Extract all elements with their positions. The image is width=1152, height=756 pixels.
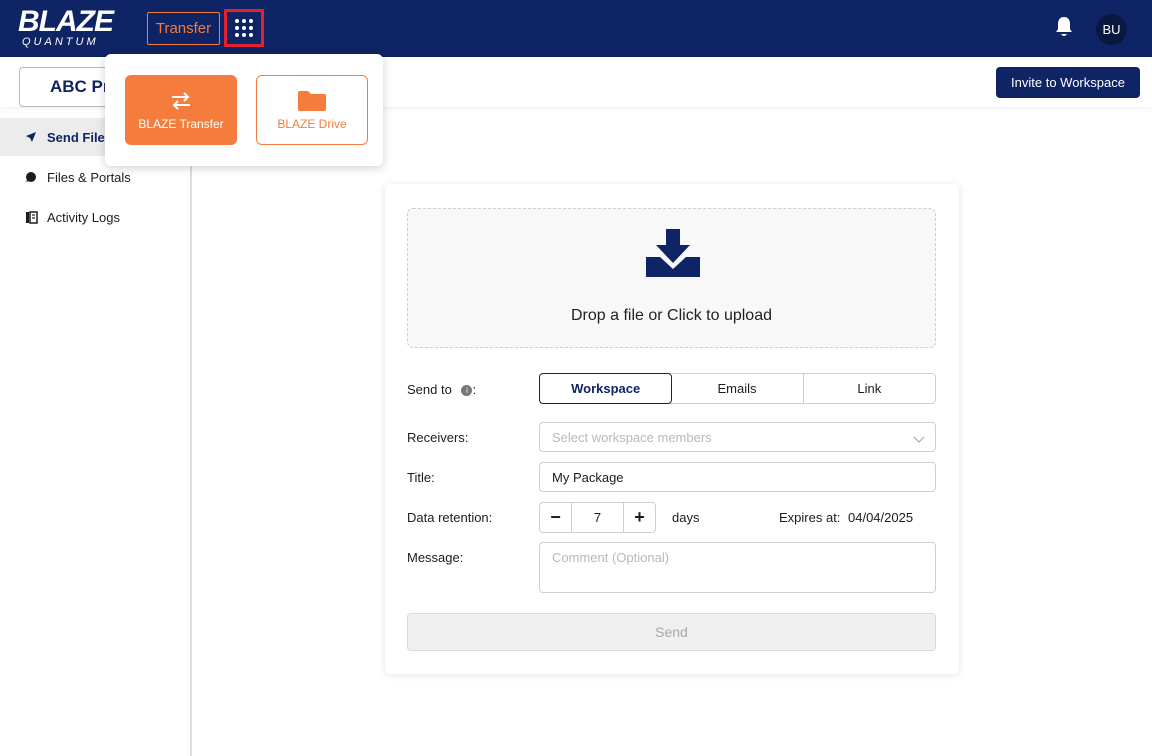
logo-sub-text: QUANTUM <box>22 36 99 48</box>
blaze-logo[interactable]: BLAZE QUANTUM <box>18 5 130 49</box>
sidebar-item-label: Activity Logs <box>47 209 120 225</box>
app-tile-label: BLAZE Transfer <box>138 117 224 131</box>
sidebar: Send Files Files & Portals Activity Logs <box>0 107 192 756</box>
title-input[interactable]: My Package <box>539 462 936 492</box>
app-tile-blaze-transfer[interactable]: BLAZE Transfer <box>125 75 237 145</box>
data-retention-label: Data retention: <box>407 510 493 525</box>
message-label: Message: <box>407 550 464 565</box>
dropzone-text: Drop a file or Click to upload <box>571 307 772 324</box>
receivers-placeholder: Select workspace members <box>552 429 712 445</box>
send-to-label: Send to i: <box>407 382 477 397</box>
increment-button[interactable]: + <box>624 503 655 532</box>
chat-bubble-icon <box>24 170 38 184</box>
top-bar: BLAZE QUANTUM Transfer BU <box>0 0 1152 57</box>
send-button[interactable]: Send <box>407 613 936 651</box>
transfer-button[interactable]: Transfer <box>147 12 220 45</box>
expires-date: 04/04/2025 <box>848 510 914 525</box>
tab-workspace[interactable]: Workspace <box>539 373 673 404</box>
message-textarea[interactable]: Comment (Optional) <box>539 542 936 593</box>
tab-emails[interactable]: Emails <box>671 374 804 403</box>
send-icon <box>24 130 38 144</box>
swap-arrows-icon <box>170 89 192 113</box>
expires-label: Expires at: <box>779 510 841 525</box>
bell-icon[interactable] <box>1054 16 1074 38</box>
days-label: days <box>672 510 700 525</box>
title-label: Title: <box>407 470 435 485</box>
download-tray-icon <box>642 227 704 283</box>
decrement-button[interactable]: − <box>540 503 571 532</box>
sidebar-item-label: Send Files <box>47 129 113 145</box>
sidebar-item-label: Files & Portals <box>47 169 131 185</box>
user-avatar[interactable]: BU <box>1096 14 1127 45</box>
retention-value[interactable]: 7 <box>571 503 624 532</box>
logs-icon <box>24 210 38 224</box>
grid-dots-icon <box>235 19 253 37</box>
retention-stepper: − 7 + <box>539 502 656 533</box>
app-tile-blaze-drive[interactable]: BLAZE Drive <box>256 75 368 145</box>
app-switcher-button[interactable] <box>224 9 264 47</box>
sidebar-item-activity-logs[interactable]: Activity Logs <box>0 198 190 236</box>
invite-to-workspace-button[interactable]: Invite to Workspace <box>996 67 1140 98</box>
send-to-tabs: Workspace Emails Link <box>539 373 936 404</box>
info-icon[interactable]: i <box>461 385 473 397</box>
send-files-card: Drop a file or Click to upload Send to i… <box>385 184 959 674</box>
receivers-select[interactable]: Select workspace members <box>539 422 936 452</box>
folder-icon <box>297 89 327 113</box>
title-value: My Package <box>552 469 624 485</box>
tab-link[interactable]: Link <box>804 374 935 403</box>
receivers-label: Receivers: <box>407 430 469 445</box>
app-switcher-popup: BLAZE Transfer BLAZE Drive <box>105 54 383 166</box>
chevron-down-icon <box>913 432 925 443</box>
logo-main-text: BLAZE <box>18 5 114 38</box>
upload-dropzone[interactable]: Drop a file or Click to upload <box>407 208 936 348</box>
app-tile-label: BLAZE Drive <box>277 117 347 131</box>
message-placeholder: Comment (Optional) <box>552 550 670 565</box>
